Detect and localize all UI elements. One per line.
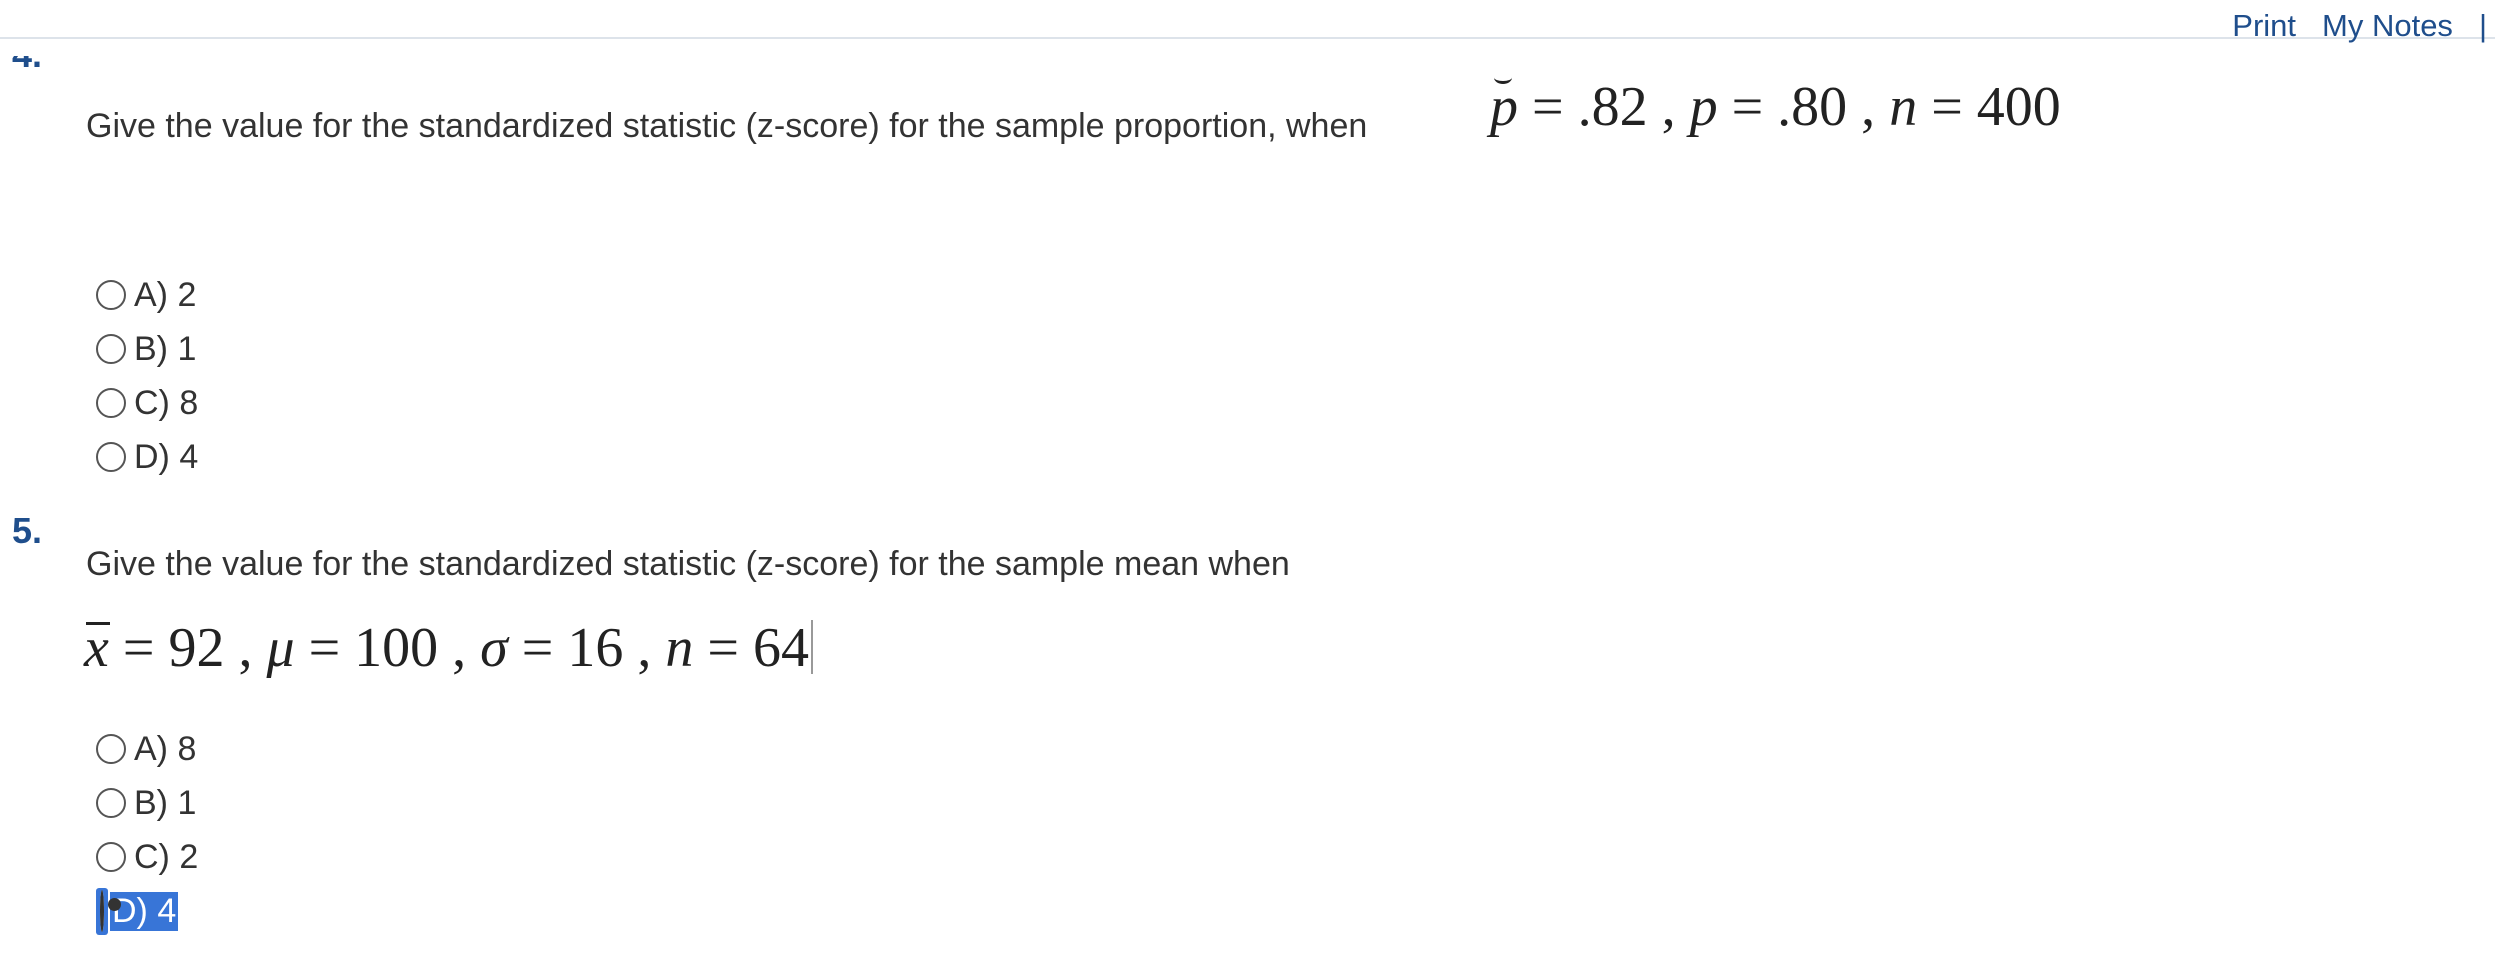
q5-option-d[interactable]: D) 4: [96, 884, 198, 938]
option-label: B) 1: [134, 329, 197, 368]
p-hat-symbol: p: [1490, 76, 1518, 138]
my-notes-link[interactable]: My Notes: [2322, 8, 2453, 44]
radio-button[interactable]: [96, 442, 126, 472]
toolbar-links: Print My Notes |: [2232, 8, 2487, 44]
option-label: C) 8: [134, 383, 199, 422]
option-label: A) 8: [134, 729, 197, 768]
option-label: C) 2: [134, 837, 199, 876]
option-label: B) 1: [134, 783, 197, 822]
toolbar-separator: |: [2478, 8, 2487, 43]
print-link[interactable]: Print: [2232, 8, 2296, 44]
quiz-page: Print My Notes | 4. Give the value for t…: [0, 0, 2495, 962]
x-bar-symbol: x: [84, 617, 110, 679]
q5-option-b[interactable]: B) 1: [96, 776, 198, 830]
question-5-text: Give the value for the standardized stat…: [86, 545, 1290, 583]
radio-button[interactable]: [96, 734, 126, 764]
question-4-number: 4.: [12, 56, 40, 76]
question-5-formula: x = 92 , μ = 100 , σ = 16 , n = 64: [84, 616, 813, 680]
q4-option-b[interactable]: B) 1: [96, 322, 198, 376]
q4-option-d[interactable]: D) 4: [96, 430, 198, 484]
q4-option-a[interactable]: A) 2: [96, 268, 198, 322]
radio-button[interactable]: [96, 334, 126, 364]
selection-highlight: [96, 887, 108, 935]
q5-option-a[interactable]: A) 8: [96, 722, 198, 776]
question-4-text: Give the value for the standardized stat…: [86, 107, 1368, 145]
text-cursor: [810, 620, 813, 674]
option-label: A) 2: [134, 275, 197, 314]
radio-button[interactable]: [96, 280, 126, 310]
question-4-options: A) 2 B) 1 C) 8 D) 4: [96, 268, 198, 484]
radio-button-selected[interactable]: [100, 889, 104, 932]
option-label: D) 4: [110, 891, 179, 931]
radio-button[interactable]: [96, 842, 126, 872]
question-4-formula: p = .82 , p = .80 , n = 400: [1490, 76, 2061, 138]
question-5-options: A) 8 B) 1 C) 2 D) 4: [96, 722, 198, 938]
question-5-number: 5.: [12, 510, 43, 551]
q4-option-c[interactable]: C) 8: [96, 376, 198, 430]
option-label: D) 4: [134, 437, 199, 476]
radio-button[interactable]: [96, 788, 126, 818]
radio-button[interactable]: [96, 388, 126, 418]
q5-option-c[interactable]: C) 2: [96, 830, 198, 884]
top-toolbar: Print My Notes |: [0, 0, 2495, 43]
